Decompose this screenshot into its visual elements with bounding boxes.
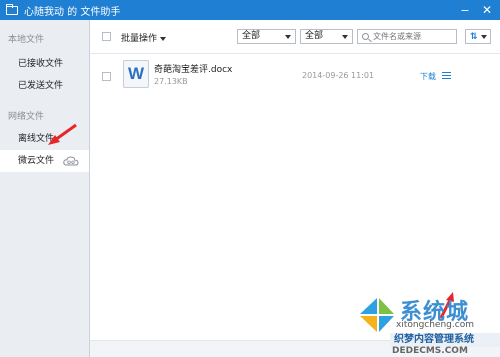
search-input[interactable] [373,31,455,42]
search-box [357,29,457,44]
select-all-checkbox[interactable] [102,32,111,41]
search-icon [362,33,369,40]
sidebar: 本地文件 已接收文件 已发送文件 网络文件 离线文件 微云文件 [0,20,90,357]
download-link[interactable]: 下载 [420,71,436,82]
cloud-icon [63,155,79,165]
file-date: 2014-09-26 11:01 [302,71,375,80]
watermark-subtitle: xitongcheng.com [396,320,474,330]
filter-source-select[interactable]: 全部 [300,29,353,44]
toolbar: 批量操作 全部 全部 ⇅ [90,20,500,54]
sidebar-item-received[interactable]: 已接收文件 [0,53,89,75]
filter-type-select[interactable]: 全部 [237,29,296,44]
close-button[interactable]: ✕ [476,0,498,20]
watermark-logo-icon [360,298,394,332]
file-checkbox[interactable] [102,72,111,81]
sidebar-item-weiyun[interactable]: 微云文件 [0,150,89,172]
sort-icon: ⇅ [470,32,478,42]
minimize-button[interactable]: − [454,0,476,20]
section-local-files: 本地文件 [8,35,45,45]
watermark-brand: 织梦内容管理系统 [390,333,500,347]
folder-icon [6,3,18,15]
filter-source-value: 全部 [305,31,324,41]
title-bar: 心随我动 的 文件助手 − ✕ [0,0,500,20]
sort-button[interactable]: ⇅ [465,29,491,44]
word-icon-letter: W [128,64,145,83]
chevron-down-icon [481,35,487,39]
batch-operation-label: 批量操作 [121,34,158,44]
batch-operation-dropdown[interactable]: 批量操作 [121,31,167,44]
section-network-files: 网络文件 [8,112,45,122]
file-size: 27.13KB [154,77,188,86]
filter-type-value: 全部 [242,31,261,41]
window-title: 心随我动 的 文件助手 [24,6,121,18]
annotation-arrow-icon [48,123,77,145]
chevron-down-icon [160,36,167,41]
menu-icon[interactable] [442,72,451,79]
chevron-down-icon [285,35,291,39]
watermark-site: DEDECMS.COM [392,346,468,356]
sidebar-item-label: 微云文件 [18,156,55,166]
chevron-down-icon [342,35,348,39]
file-row[interactable]: W 奇葩淘宝差评.docx 27.13KB 2014-09-26 11:01 下… [90,58,500,94]
file-name: 奇葩淘宝差评.docx [154,65,233,75]
sidebar-item-sent[interactable]: 已发送文件 [0,75,89,97]
word-document-icon: W [123,60,149,88]
